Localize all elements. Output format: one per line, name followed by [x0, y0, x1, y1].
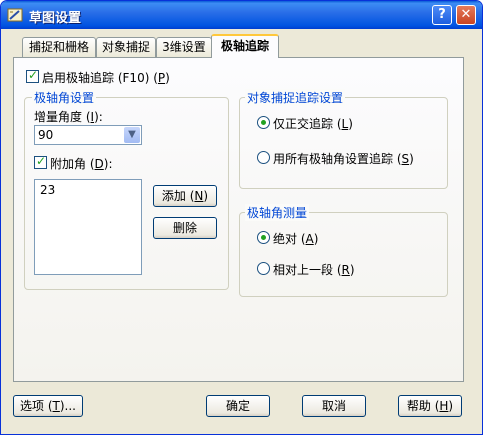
- tab-snap-grid[interactable]: 捕捉和栅格: [22, 37, 96, 57]
- increment-angle-value: 90: [38, 128, 54, 142]
- help-button[interactable]: 帮助 (H): [398, 395, 462, 417]
- all-polar-label: 用所有极轴角设置追踪 (S): [273, 152, 414, 166]
- object-snap-tracking-title: 对象捕捉追踪设置: [245, 89, 346, 106]
- radio-selected-dot: [261, 235, 266, 240]
- tab-polar-tracking[interactable]: 极轴追踪: [211, 34, 279, 58]
- title-close-button[interactable]: ✕: [456, 5, 476, 25]
- polar-angle-measure-title: 极轴角测量: [245, 204, 310, 221]
- radio-selected-dot: [261, 120, 266, 125]
- tab-3d-settings[interactable]: 3维设置: [156, 37, 212, 57]
- object-snap-tracking-group: [239, 97, 448, 189]
- additional-angles-list[interactable]: 23: [34, 179, 142, 275]
- absolute-label: 绝对 (A): [273, 232, 319, 246]
- enable-polar-label: 启用极轴追踪 (F10) (P): [42, 71, 170, 85]
- orthogonal-only-label: 仅正交追踪 (L): [273, 117, 353, 131]
- relative-last-segment-label: 相对上一段 (R): [273, 263, 355, 277]
- dialog-title: 草图设置: [29, 11, 82, 26]
- enable-polar-checkbox[interactable]: ✓: [26, 68, 39, 83]
- delete-angle-button[interactable]: 删除: [153, 217, 217, 239]
- title-help-button[interactable]: ?: [432, 5, 452, 25]
- increment-angle-combo[interactable]: 90 ▼: [34, 125, 142, 145]
- add-angle-button[interactable]: 添加 (N): [153, 185, 217, 207]
- polar-angle-settings-title: 极轴角设置: [32, 89, 97, 106]
- relative-last-segment-radio[interactable]: [257, 262, 270, 275]
- absolute-radio[interactable]: [257, 231, 270, 244]
- orthogonal-only-radio[interactable]: [257, 116, 270, 129]
- drafting-settings-dialog: 草图设置 ? ✕ 捕捉和栅格 对象捕捉 3维设置 极轴追踪 ✓ 启用极轴追踪 (…: [0, 0, 483, 435]
- additional-angles-label: 附加角 (D):: [50, 157, 113, 171]
- title-bar[interactable]: 草图设置 ? ✕: [1, 1, 482, 29]
- cancel-button[interactable]: 取消: [302, 395, 366, 417]
- increment-angle-label: 增量角度 (I):: [34, 110, 103, 124]
- options-button[interactable]: 选项 (T)...: [13, 395, 83, 417]
- checkbox-tick-icon: ✓: [36, 154, 47, 168]
- checkbox-tick-icon: ✓: [28, 68, 39, 82]
- ok-button[interactable]: 确定: [206, 395, 270, 417]
- polar-angle-measure-group: [239, 212, 448, 297]
- list-item[interactable]: 23: [40, 183, 55, 197]
- drafting-settings-icon: [7, 8, 23, 22]
- chevron-down-icon[interactable]: ▼: [124, 127, 140, 143]
- tab-object-snap[interactable]: 对象捕捉: [96, 37, 156, 57]
- all-polar-radio[interactable]: [257, 151, 270, 164]
- additional-angles-checkbox[interactable]: ✓: [34, 154, 47, 169]
